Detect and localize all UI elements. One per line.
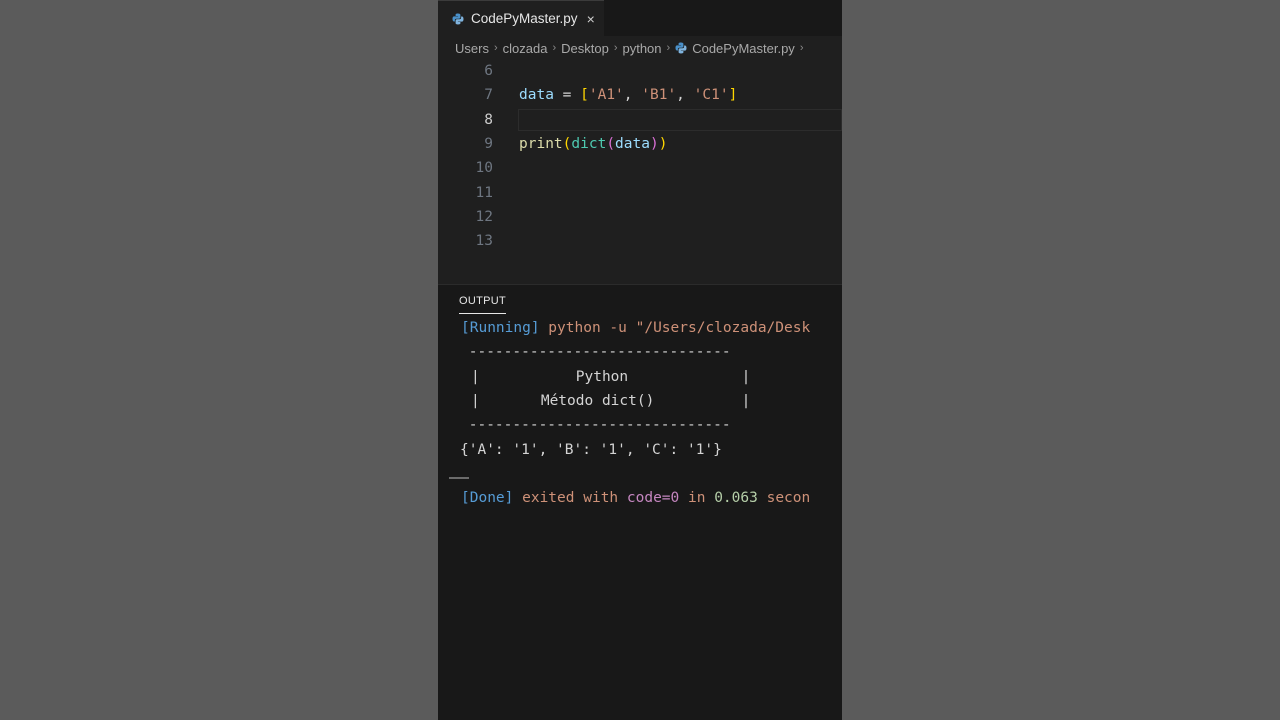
code-token: [ bbox=[580, 87, 589, 104]
banner-title: | Python | bbox=[471, 369, 751, 385]
breadcrumb-users[interactable]: Users bbox=[455, 41, 489, 56]
code-line[interactable]: 13 bbox=[438, 230, 842, 254]
vscode-editor-window: CodePyMaster.py × Users › clozada › Desk… bbox=[438, 0, 842, 720]
exit-code: code=0 bbox=[626, 490, 680, 506]
running-command: python -u "/Users/clozada/Desk bbox=[539, 320, 811, 336]
banner-subtitle: | Método dict() | bbox=[471, 393, 751, 409]
tab-bar: CodePyMaster.py × bbox=[438, 0, 842, 36]
done-text: exited with bbox=[513, 490, 627, 506]
line-source: print(dict(data)) bbox=[519, 136, 667, 152]
code-token: data bbox=[615, 135, 650, 152]
code-token: data bbox=[519, 87, 554, 104]
output-panel: OUTPUT [Running] python -u "/Users/cloza… bbox=[438, 284, 842, 720]
breadcrumb-python[interactable]: python bbox=[622, 41, 661, 56]
python-file-icon bbox=[675, 42, 687, 54]
chevron-right-icon: › bbox=[666, 42, 671, 54]
code-line[interactable]: 6 bbox=[438, 60, 842, 84]
close-icon[interactable]: × bbox=[587, 11, 595, 27]
chevron-right-icon: › bbox=[493, 42, 498, 54]
line-number: 13 bbox=[475, 233, 493, 250]
code-token: , bbox=[676, 87, 694, 104]
chevron-right-icon: › bbox=[613, 42, 618, 54]
banner-bottom-border: ------------------------------ bbox=[460, 417, 731, 433]
output-separator bbox=[449, 477, 469, 479]
tab-codepymaster[interactable]: CodePyMaster.py × bbox=[438, 0, 604, 36]
output-result: {'A': '1', 'B': '1', 'C': '1'} bbox=[460, 442, 722, 458]
chevron-right-icon: › bbox=[799, 42, 804, 54]
code-token: print bbox=[519, 135, 563, 152]
right-background bbox=[842, 0, 1280, 720]
code-token: 'C1' bbox=[693, 87, 729, 104]
time-unit: secon bbox=[757, 490, 811, 506]
code-token: , bbox=[623, 87, 642, 104]
line-number: 12 bbox=[475, 208, 493, 225]
code-line[interactable]: 8 bbox=[438, 108, 842, 133]
banner-top-border: ------------------------------ bbox=[460, 344, 731, 360]
elapsed-time: 0.063 bbox=[714, 490, 758, 506]
done-in: in bbox=[679, 490, 715, 506]
output-running-line: [Running] python -u "/Users/clozada/Desk bbox=[461, 320, 810, 336]
breadcrumb: Users › clozada › Desktop › python › Cod… bbox=[455, 38, 808, 58]
line-number: 9 bbox=[484, 135, 493, 152]
line-number: 10 bbox=[475, 160, 493, 177]
line-source: data = ['A1', 'B1', 'C1'] bbox=[519, 87, 737, 103]
line-number: 11 bbox=[475, 184, 493, 201]
line-number: 6 bbox=[484, 63, 493, 79]
left-background bbox=[0, 0, 438, 720]
line-number: 8 bbox=[484, 111, 493, 128]
output-done-line: [Done] exited with code=0 in 0.063 secon bbox=[461, 490, 810, 506]
line-number: 7 bbox=[484, 87, 493, 104]
code-line[interactable]: 9 print(dict(data)) bbox=[438, 133, 842, 157]
tab-label: CodePyMaster.py bbox=[471, 11, 578, 26]
running-tag: [Running] bbox=[461, 320, 540, 336]
code-token: ) bbox=[658, 135, 668, 152]
done-tag: [Done] bbox=[461, 490, 514, 506]
code-line[interactable]: 10 bbox=[438, 157, 842, 181]
code-token: 'B1' bbox=[641, 87, 677, 104]
code-token: ( bbox=[606, 135, 616, 152]
breadcrumb-file[interactable]: CodePyMaster.py bbox=[692, 41, 795, 56]
current-line-highlight bbox=[518, 108, 842, 131]
breadcrumb-desktop[interactable]: Desktop bbox=[561, 41, 609, 56]
code-token: 'A1' bbox=[588, 87, 624, 104]
chevron-right-icon: › bbox=[552, 42, 557, 54]
python-file-icon bbox=[452, 13, 464, 24]
code-token: dict bbox=[571, 135, 607, 152]
tab-output[interactable]: OUTPUT bbox=[459, 295, 507, 314]
code-line[interactable]: 12 bbox=[438, 206, 842, 230]
code-token: ] bbox=[728, 87, 738, 104]
code-line[interactable]: 7 data = ['A1', 'B1', 'C1'] bbox=[438, 84, 842, 108]
breadcrumb-clozada[interactable]: clozada bbox=[503, 41, 548, 56]
code-token: = bbox=[553, 87, 581, 104]
code-token: ) bbox=[649, 135, 659, 152]
code-line[interactable]: 11 bbox=[438, 182, 842, 206]
